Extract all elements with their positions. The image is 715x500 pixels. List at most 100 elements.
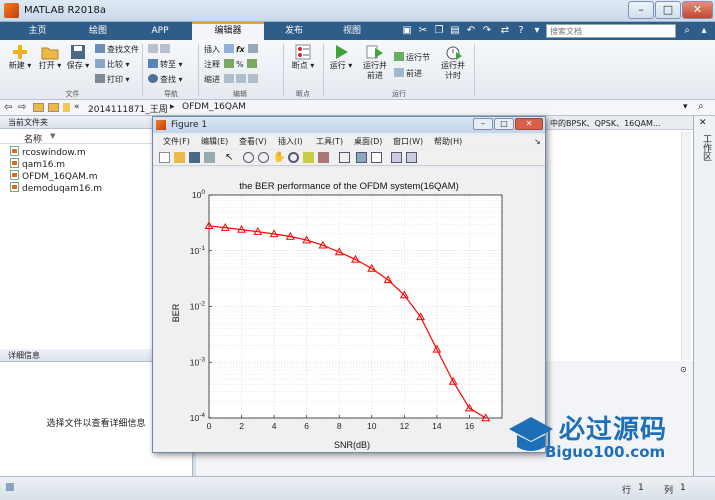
open-button[interactable]: 打开 ▾ — [35, 42, 65, 71]
quick-menu-icon[interactable]: ▾ — [530, 24, 544, 38]
quick-save-icon[interactable]: ▣ — [400, 24, 414, 38]
save-button[interactable]: 保存 ▾ — [63, 42, 93, 71]
legend-icon[interactable] — [371, 152, 382, 163]
panel-menu-icon[interactable]: ⊙ — [680, 365, 687, 374]
quick-undo-icon[interactable]: ↶ — [464, 24, 478, 38]
zoom-in-icon[interactable] — [243, 152, 254, 163]
new-figure-icon[interactable] — [159, 152, 170, 163]
menu-window[interactable]: 窗口(W) — [393, 137, 423, 147]
tab-editor[interactable]: 编辑器 — [192, 22, 264, 40]
tab-home[interactable]: 主页 — [10, 22, 65, 40]
print-figure-icon[interactable] — [204, 152, 215, 163]
run-and-advance-button[interactable]: 运行并 前进 — [358, 42, 392, 81]
editor-scrollbar[interactable] — [681, 132, 691, 360]
breakpoints-button[interactable]: 断点 ▾ — [288, 42, 318, 71]
menu-view[interactable]: 查看(V) — [239, 137, 267, 147]
editor-tab-text[interactable]: 中的BPSK、QPSK、16QAM... — [550, 118, 661, 129]
figure-minimize-button[interactable]: – — [473, 118, 493, 130]
browse-folder-icon[interactable] — [48, 103, 59, 112]
colorbar-icon[interactable] — [356, 152, 367, 163]
show-tools-icon[interactable] — [406, 152, 417, 163]
ribbon-collapse-icon[interactable]: ▴ — [697, 24, 711, 38]
find-button[interactable]: 查找 ▾ — [148, 74, 183, 86]
path-dropdown-icon[interactable]: ▾ — [683, 102, 688, 112]
status-col-value: 1 — [680, 483, 686, 493]
group-label-breakpoints: 断点 — [296, 90, 310, 98]
comment-icons[interactable]: % — [224, 59, 259, 71]
forward-arrow-icon[interactable]: ⇨ — [18, 102, 26, 113]
tab-view[interactable]: 视图 — [324, 22, 380, 40]
search-icon[interactable]: ⌕ — [680, 24, 694, 38]
goto-button[interactable]: 转至 ▾ — [148, 59, 183, 71]
link-plot-icon[interactable] — [339, 152, 350, 163]
path-search-icon[interactable]: ⌕ — [698, 101, 704, 112]
quick-paste-icon[interactable]: ▤ — [448, 24, 462, 38]
indent-icons[interactable] — [224, 74, 260, 86]
x-tick-label: 14 — [432, 421, 442, 431]
brush-icon[interactable] — [318, 152, 329, 163]
run-section-button[interactable]: 运行节 — [394, 52, 430, 64]
quick-cut-icon[interactable]: ✂ — [416, 24, 430, 38]
insert-icons[interactable]: fx — [224, 44, 260, 56]
run-advance-icon — [366, 44, 384, 60]
comment-button[interactable]: 注释 — [204, 59, 220, 71]
run-section-icon — [394, 52, 404, 61]
pointer-icon[interactable]: ↖ — [225, 152, 236, 163]
file-list-item[interactable]: OFDM_16QAM.m — [10, 170, 98, 182]
panel-close-icon[interactable]: ✕ — [699, 118, 707, 128]
advance-button[interactable]: 前进 — [394, 68, 422, 80]
file-list-item[interactable]: demoduqam16.m — [10, 182, 102, 194]
indent-button[interactable]: 缩进 — [204, 74, 220, 86]
menu-file[interactable]: 文件(F) — [163, 137, 190, 147]
path-root-chevron[interactable]: « — [74, 102, 80, 112]
ribbon-divider — [323, 44, 324, 96]
print-button[interactable]: 打印 ▾ — [95, 74, 130, 86]
search-input[interactable] — [546, 24, 676, 38]
path-segment[interactable]: 2014111871_王周 — [88, 102, 168, 115]
tab-plots[interactable]: 绘图 — [68, 22, 128, 40]
y-tick-label: 10-3 — [190, 356, 206, 367]
file-list-item[interactable]: qam16.m — [10, 158, 65, 170]
new-button[interactable]: 新建 ▾ — [5, 42, 35, 71]
quick-copy-icon[interactable]: ❐ — [432, 24, 446, 38]
dock-arrow-icon[interactable]: ↘ — [534, 137, 541, 147]
data-cursor-icon[interactable] — [303, 152, 314, 163]
zoom-out-icon[interactable] — [258, 152, 269, 163]
insert-section-icon — [224, 44, 234, 53]
menu-insert[interactable]: 插入(I) — [278, 137, 303, 147]
run-button[interactable]: 运行 ▾ — [326, 42, 356, 71]
menu-tools[interactable]: 工具(T) — [316, 137, 343, 147]
figure-close-button[interactable]: ✕ — [515, 118, 543, 130]
find-files-button[interactable]: 查找文件 — [95, 44, 139, 56]
quick-switch-icon[interactable]: ⇄ — [498, 24, 512, 38]
back-arrow-icon[interactable]: ⇦ — [4, 102, 12, 113]
open-file-icon[interactable] — [174, 152, 185, 163]
file-list-item[interactable]: rcoswindow.m — [10, 146, 86, 158]
path-bar: ⇦ ⇨ « 2014111871_王周 ▸ OFDM_16QAM ▾ ⌕ — [0, 100, 715, 116]
menu-help[interactable]: 帮助(H) — [434, 137, 462, 147]
pan-hand-icon[interactable]: ✋ — [273, 152, 285, 163]
path-segment[interactable]: OFDM_16QAM — [182, 102, 246, 112]
folder-up-icon[interactable] — [33, 103, 44, 112]
figure-logo-icon — [156, 120, 166, 130]
compare-button[interactable]: 比较 ▾ — [95, 59, 130, 71]
figure-title-bar[interactable]: Figure 1 – □ ✕ — [153, 117, 545, 133]
workspace-label[interactable]: 工作区 — [699, 134, 711, 161]
quick-redo-icon[interactable]: ↷ — [480, 24, 494, 38]
insert-button[interactable]: 插入 — [204, 44, 220, 56]
maximize-button[interactable]: □ — [655, 1, 681, 19]
tab-apps[interactable]: APP — [130, 22, 190, 40]
rotate-icon[interactable] — [288, 152, 299, 163]
status-grip-icon — [6, 483, 14, 491]
run-and-time-button[interactable]: 运行并 计时 — [436, 42, 470, 81]
close-button[interactable]: ✕ — [682, 1, 713, 19]
minimize-button[interactable]: – — [628, 1, 654, 19]
figure-maximize-button[interactable]: □ — [494, 118, 514, 130]
menu-desktop[interactable]: 桌面(D) — [354, 137, 382, 147]
save-figure-icon[interactable] — [189, 152, 200, 163]
hide-tools-icon[interactable] — [391, 152, 402, 163]
menu-edit[interactable]: 编辑(E) — [201, 137, 228, 147]
quick-help-icon[interactable]: ? — [514, 24, 528, 38]
nav-back-forward[interactable] — [148, 44, 172, 56]
tab-publish[interactable]: 发布 — [266, 22, 322, 40]
